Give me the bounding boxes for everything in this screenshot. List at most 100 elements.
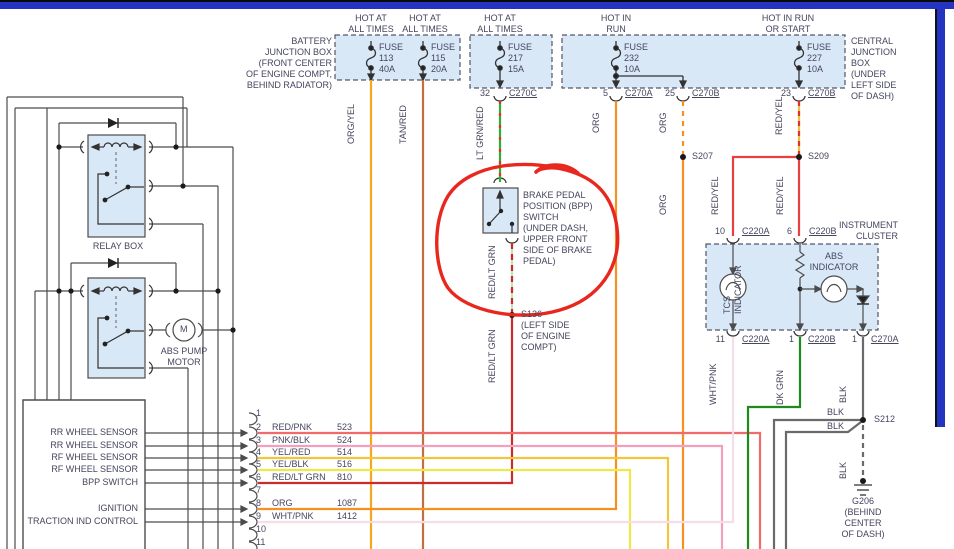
window-top-bar [0,0,954,9]
diode-relay1 [108,118,118,128]
splice-s207-dot [680,154,686,160]
module-pin-number: 9 [256,511,261,522]
wire-color-label: WHT/PNK [272,511,314,522]
central-junction-box-b [562,35,845,88]
wire-label-org: ORG [591,112,602,133]
hot-in-run-label: HOT IN RUN [588,13,644,35]
wire-label-red-lt-grn: RED/LT GRN [487,329,498,383]
circuit-number: 1087 [337,498,357,509]
wire-label-tan-red: TAN/RED [398,105,409,144]
abs-indicator-label: ABS INDICATOR [804,251,864,273]
tcs-indicator-label: TCS INDICATOR [722,265,744,314]
pin-number: 5 [588,88,608,99]
pin-number: 11 [705,334,725,345]
wire-red-pnk [258,433,760,549]
pin-number: 25 [655,88,675,99]
connector-c270c[interactable]: C270C [509,88,537,99]
circuit-number: 516 [337,459,352,470]
wire-label-org-yel: ORG/YEL [346,104,357,144]
wire-color-label: PNK/BLK [272,435,310,446]
wire-label-blk: BLK [838,462,849,479]
bpp-switch-label: BRAKE PEDAL POSITION (BPP) SWITCH (UNDER… [523,190,593,267]
connector-c270b[interactable]: C270B [692,88,720,99]
wire-label-lt-grn-red: LT GRN/RED [475,106,486,160]
module-pin-number: 8 [256,498,261,509]
circuit-number: 514 [337,447,352,458]
ground-symbol [854,485,872,495]
wire-color-label: YEL/BLK [272,459,309,470]
fuse-217-label: FUSE 217 15A [508,42,532,75]
circuit-number: 524 [337,435,352,446]
circuit-number: 810 [337,472,352,483]
module-pin-leads [145,413,257,549]
abs-pump-motor-label: ABS PUMP MOTOR [147,346,221,368]
connector-c270b[interactable]: C270B [808,88,836,99]
wire-label-dk-grn: DK GRN [775,370,786,405]
circuit-number: 1412 [337,511,357,522]
splice-s207-label: S207 [692,151,713,162]
connector-c220a[interactable]: C220A [742,226,770,237]
wire-color-label: YEL/RED [272,447,311,458]
module-pin-number: 6 [256,472,261,483]
wire-label-red-yel: RED/YEL [775,176,786,215]
module-pin-label: RR WHEEL SENSOR [23,427,138,438]
module-pin-label: IGNITION [23,503,138,514]
ground-g206-dot [860,478,866,484]
wire-color-label: RED/PNK [272,422,312,433]
module-pin-number: 3 [256,435,261,446]
wire-label-wht-pnk: WHT/PNK [708,364,719,406]
module-pin-number: 2 [256,422,261,433]
fuse-232-label: FUSE 232 10A [624,42,648,75]
pin-number: 32 [470,88,490,99]
module-pin-label: RF WHEEL SENSOR [23,452,138,463]
wire-org-ignition [258,101,616,509]
relay-1-box [88,135,145,237]
wire-color-label: RED/LT GRN [272,472,326,483]
wire-label-org: ORG [658,194,669,215]
wire-label-blk: BLK [838,386,849,403]
splice-s136-location: (LEFT SIDE OF ENGINE COMPT) [521,320,571,353]
module-pin-number: 11 [256,537,265,548]
ground-g206-label: G206 [832,496,894,507]
module-pin-label: BPP SWITCH [23,477,138,488]
module-pin-number: 5 [256,459,261,470]
wiring-diagram-page: HOT AT ALL TIMES HOT AT ALL TIMES HOT AT… [0,0,954,549]
connector-c270a[interactable]: C270A [625,88,653,99]
module-pin-label: RF WHEEL SENSOR [23,464,138,475]
splice-s209-dot [796,154,802,160]
pin-number: 10 [705,226,725,237]
hot-at-all-times-label: HOT AT ALL TIMES [472,13,528,35]
connector-c220a[interactable]: C220A [742,334,770,345]
module-pin-number: 7 [256,485,261,496]
ground-g206-location: (BEHIND CENTER OF DASH) [832,507,894,540]
diode-relay2 [108,258,118,268]
wire-label-red-yel: RED/YEL [710,176,721,215]
module-pin-number: 10 [256,524,266,535]
wire-label-blk: BLK [812,407,844,418]
hot-at-all-times-label: HOT AT ALL TIMES [399,13,451,35]
splice-s212-label: S212 [874,414,895,425]
hot-at-all-times-label: HOT AT ALL TIMES [345,13,397,35]
wire-pnk-blk [258,446,722,549]
pin-number: 6 [772,226,792,237]
connector-c220b[interactable]: C220B [808,334,836,345]
wire-red-yel-left [733,157,799,236]
fuse-113-label: FUSE 113 40A [379,42,403,75]
connector-c270a[interactable]: C270A [871,334,899,345]
splice-s209-label: S209 [808,151,829,162]
module-pin-number: 1 [256,408,261,419]
pin-number: 1 [837,334,857,345]
diagram-canvas [0,0,954,549]
wire-color-label: ORG [272,498,293,509]
window-right-bar [935,9,945,427]
circuit-number: 523 [337,422,352,433]
hot-in-run-or-start-label: HOT IN RUN OR START [752,13,824,35]
battery-junction-box-label: BATTERY JUNCTION BOX (FRONT CENTER OF EN… [240,36,332,91]
instrument-cluster-title: INSTRUMENT CLUSTER [830,220,898,242]
module-pin-label: RR WHEEL SENSOR [23,440,138,451]
relay-box-label: RELAY BOX [88,241,148,252]
wire-label-red-lt-grn: RED/LT GRN [487,245,498,299]
module-pin-number: 4 [256,447,261,458]
fuse-227-label: FUSE 227 10A [807,42,831,75]
pin-number: 1 [774,334,794,345]
